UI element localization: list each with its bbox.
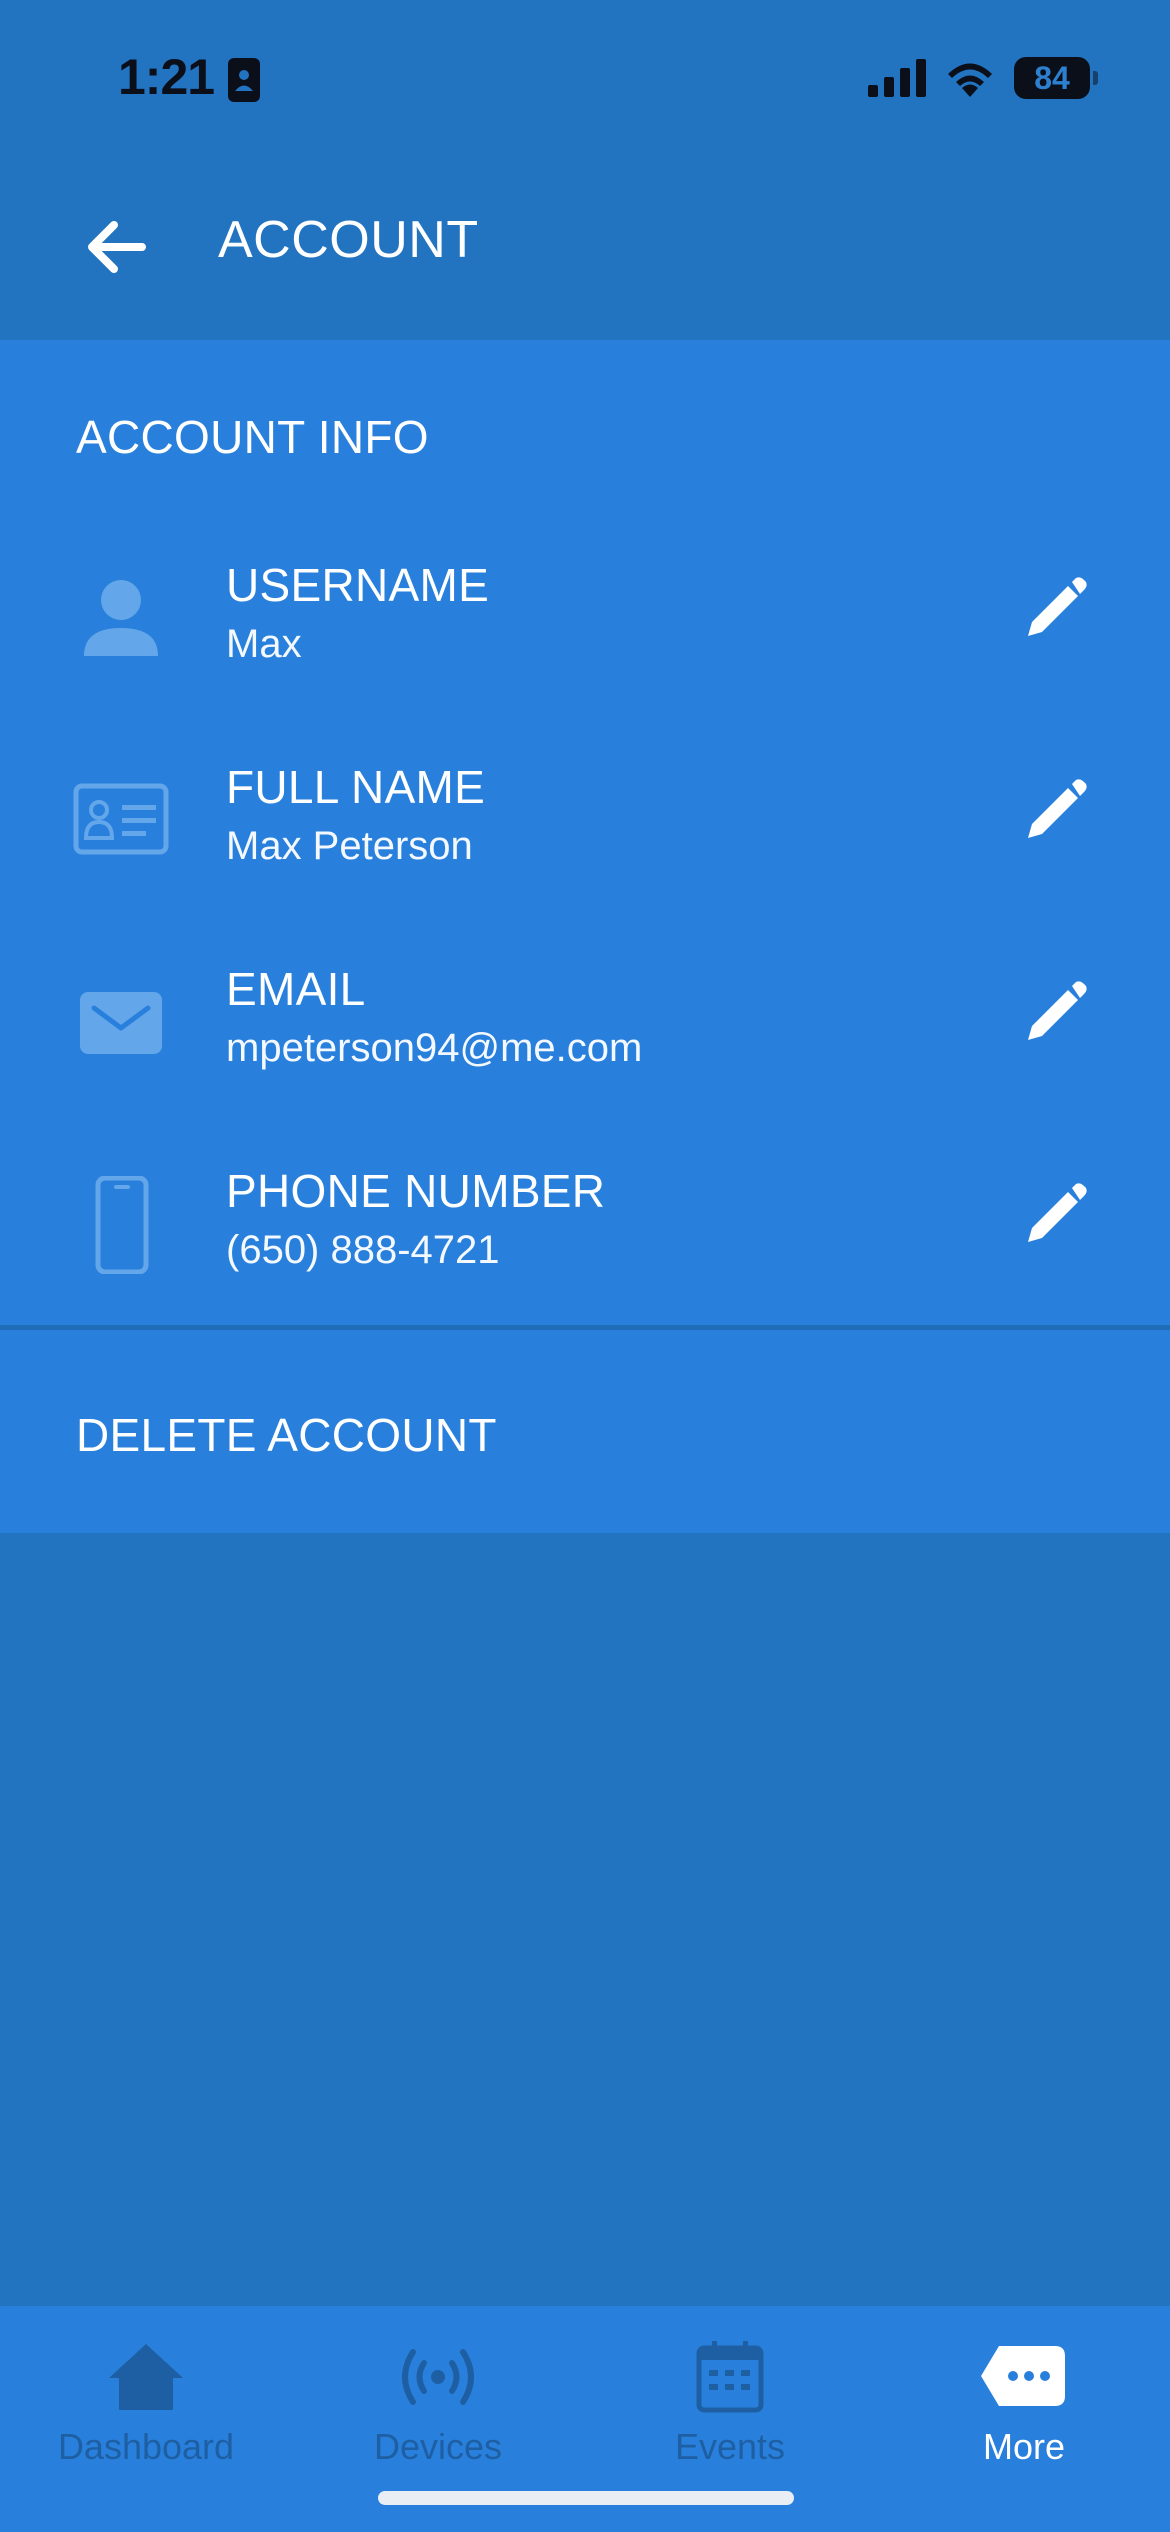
phone-number-label: PHONE NUMBER xyxy=(226,1165,606,1217)
username-label: USERNAME xyxy=(226,559,490,611)
edit-username-pencil-icon[interactable] xyxy=(1018,574,1090,646)
username-value: Max xyxy=(226,622,302,666)
full-name-row[interactable]: FULL NAME Max Peterson xyxy=(0,732,1170,932)
tab-devices[interactable]: Devices xyxy=(292,2306,584,2506)
edit-full-name-pencil-icon[interactable] xyxy=(1018,776,1090,848)
status-bar: 1:21 84 xyxy=(0,0,1170,160)
edit-email-pencil-icon[interactable] xyxy=(1018,978,1090,1050)
wifi-icon xyxy=(948,63,992,97)
contact-card-icon xyxy=(228,58,260,102)
full-name-value: Max Peterson xyxy=(226,824,473,868)
email-value: mpeterson94@me.com xyxy=(226,1026,643,1070)
full-name-label: FULL NAME xyxy=(226,761,486,813)
delete-account-section: DELETE ACCOUNT xyxy=(0,1330,1170,1533)
calendar-icon xyxy=(696,2341,764,2413)
status-time: 1:21 xyxy=(118,49,215,105)
tab-dashboard-label: Dashboard xyxy=(57,2426,235,2467)
more-icon xyxy=(981,2346,1065,2406)
id-card-icon xyxy=(73,783,169,855)
section-title: ACCOUNT INFO xyxy=(76,411,429,463)
tab-events[interactable]: Events xyxy=(584,2306,876,2506)
back-arrow-icon[interactable] xyxy=(80,212,150,282)
phone-icon xyxy=(95,1176,149,1274)
tab-events-label: Events xyxy=(674,2426,786,2467)
tab-dashboard[interactable]: Dashboard xyxy=(0,2306,292,2506)
top-bar: ACCOUNT xyxy=(0,160,1170,340)
edit-phone-pencil-icon[interactable] xyxy=(1018,1180,1090,1252)
battery-level: 84 xyxy=(1034,59,1070,96)
status-indicators: 84 xyxy=(868,54,1098,102)
broadcast-icon xyxy=(402,2349,474,2405)
home-indicator xyxy=(378,2491,794,2505)
tab-more-label: More xyxy=(982,2426,1066,2467)
battery-indicator: 84 xyxy=(1014,57,1098,99)
phone-number-row[interactable]: PHONE NUMBER (650) 888-4721 xyxy=(0,1136,1170,1336)
page-title: ACCOUNT xyxy=(218,211,479,269)
delete-account-button[interactable]: DELETE ACCOUNT xyxy=(76,1408,497,1462)
person-icon xyxy=(84,580,158,656)
cellular-signal-icon xyxy=(868,59,926,97)
email-row[interactable]: EMAIL mpeterson94@me.com xyxy=(0,934,1170,1134)
home-icon xyxy=(109,2344,183,2410)
envelope-icon xyxy=(80,992,162,1054)
tab-devices-label: Devices xyxy=(373,2426,503,2467)
username-row[interactable]: USERNAME Max xyxy=(0,530,1170,730)
email-label: EMAIL xyxy=(226,963,366,1015)
account-info-section: ACCOUNT INFO USERNAME Max FULL NAME Max … xyxy=(0,340,1170,1325)
tab-more[interactable]: More xyxy=(878,2306,1170,2506)
phone-number-value: (650) 888-4721 xyxy=(226,1228,500,1272)
